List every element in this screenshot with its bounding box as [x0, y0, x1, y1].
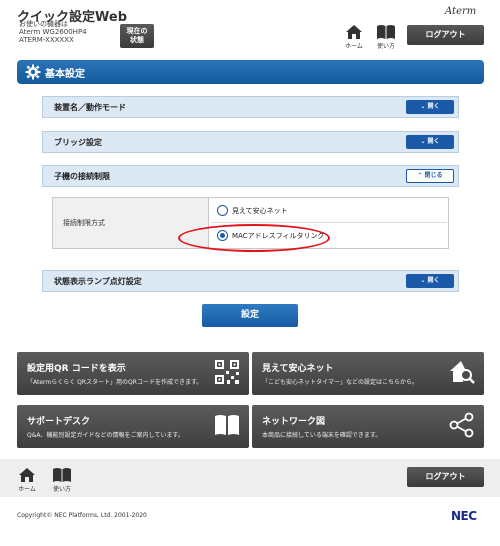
- tile-title: ネットワーク図: [262, 417, 326, 427]
- apply-button[interactable]: 設定: [202, 304, 298, 327]
- tile-network-map[interactable]: ネットワーク図 本商品に接続している端末を確認できます。: [252, 405, 484, 448]
- device-info: お使いの機器は Aterm WG2600HP4 ATERM-XXXXXX: [19, 20, 87, 44]
- device-name: ATERM-XXXXXX: [19, 36, 74, 44]
- current-status-button[interactable]: 現在の 状態: [120, 24, 154, 48]
- home-label: ホーム: [345, 43, 363, 50]
- accordion-connection-limit[interactable]: 子機の接続制限 ⌃ 閉じる: [42, 165, 459, 187]
- book-icon: [53, 468, 71, 482]
- logout-button[interactable]: ログアウト: [407, 25, 484, 45]
- expand-label: 開く: [427, 138, 440, 145]
- expand-button[interactable]: ⌄ 開く: [406, 135, 454, 149]
- accordion-bridge-settings[interactable]: ブリッジ設定 ⌄ 開く: [42, 131, 459, 153]
- home-button[interactable]: ホーム: [342, 24, 366, 52]
- accordion-label: 子機の接続制限: [54, 172, 110, 181]
- tile-title: 設定用QR コードを表示: [27, 364, 126, 374]
- footer-help-button[interactable]: 使い方: [50, 467, 74, 495]
- expand-label: 開く: [427, 103, 440, 110]
- footer-home-button[interactable]: ホーム: [15, 467, 39, 495]
- device-model: Aterm WG2600HP4: [19, 28, 87, 36]
- home-icon: [346, 25, 362, 39]
- qr-code-icon: [215, 360, 239, 384]
- status-button-label-2: 状態: [130, 36, 144, 44]
- radio-label: 見えて安心ネット: [232, 207, 288, 215]
- status-button-label-1: 現在の: [126, 27, 148, 35]
- tile-mieru-anshin-net[interactable]: 見えて安心ネット 「こども安心ネットタイマー」などの設定はこちらから。: [252, 352, 484, 395]
- tile-desc: 「Atermらくらく QRスタート」用のQRコードを作成できます。: [27, 379, 203, 386]
- footer-logout-button[interactable]: ログアウト: [407, 467, 484, 487]
- accordion-device-name-mode[interactable]: 装置名／動作モード ⌄ 開く: [42, 96, 459, 118]
- help-label: 使い方: [52, 486, 71, 493]
- tile-desc: 「こども安心ネットタイマー」などの設定はこちらから。: [262, 379, 419, 386]
- accordion-label: 状態表示ランプ点灯設定: [54, 277, 142, 286]
- radio-option-mieru-anshin[interactable]: 見えて安心ネット: [211, 198, 447, 223]
- collapse-button[interactable]: ⌃ 閉じる: [406, 169, 454, 183]
- expand-button[interactable]: ⌄ 開く: [406, 100, 454, 114]
- tile-desc: Q&A、機能別設定ガイドなどの情報をご案内しています。: [27, 432, 184, 439]
- expand-button[interactable]: ⌄ 開く: [406, 274, 454, 288]
- highlight-ellipse: [178, 224, 330, 252]
- accordion-label: 装置名／動作モード: [54, 103, 126, 112]
- tile-qr-code[interactable]: 設定用QR コードを表示 「Atermらくらく QRスタート」用のQRコードを作…: [17, 352, 249, 395]
- header: クイック設定Web お使いの機器は Aterm WG2600HP4 ATERM-…: [0, 0, 500, 52]
- aterm-logo: Aterm: [445, 6, 477, 17]
- book-icon: [215, 415, 239, 435]
- accordion-label: ブリッジ設定: [54, 138, 102, 147]
- tile-desc: 本商品に接続している端末を確認できます。: [262, 432, 382, 439]
- copyright: Copyright© NEC Platforms, Ltd. 2001-2020: [17, 512, 147, 519]
- accordion-status-lamp[interactable]: 状態表示ランプ点灯設定 ⌄ 開く: [42, 270, 459, 292]
- section-title: 基本設定: [45, 69, 85, 80]
- basic-settings-header: 基本設定: [17, 60, 484, 84]
- collapse-label: 閉じる: [424, 172, 443, 179]
- radio-button[interactable]: [217, 205, 228, 216]
- expand-label: 開く: [427, 277, 440, 284]
- help-label: 使い方: [376, 43, 395, 50]
- gear-icon: [25, 64, 41, 80]
- footer-nav: ホーム 使い方 ログアウト: [0, 459, 500, 497]
- network-share-icon: [449, 412, 474, 438]
- home-icon: [19, 468, 35, 482]
- device-info-line: お使いの機器は: [19, 20, 68, 28]
- tile-support-desk[interactable]: サポートデスク Q&A、機能別設定ガイドなどの情報をご案内しています。: [17, 405, 249, 448]
- home-label: ホーム: [18, 486, 36, 493]
- house-magnifier-icon: [450, 361, 475, 384]
- tile-title: サポートデスク: [27, 417, 91, 427]
- help-button[interactable]: 使い方: [374, 24, 398, 52]
- book-icon: [377, 25, 395, 39]
- field-label: 接続制限方式: [63, 219, 105, 227]
- nec-logo: NEC: [451, 509, 477, 523]
- tile-title: 見えて安心ネット: [262, 364, 334, 374]
